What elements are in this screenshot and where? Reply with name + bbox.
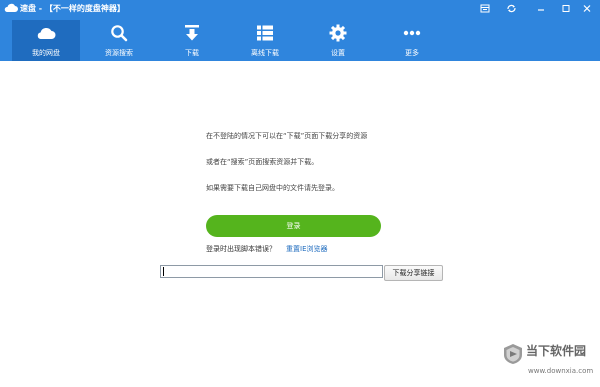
nav-label-offline-download: 离线下载 — [251, 49, 279, 57]
window-title: 速盘 - 【不一样的度盘神器】 — [20, 3, 125, 14]
download-share-link-button[interactable]: 下载分享链接 — [384, 265, 443, 281]
skin-icon — [480, 4, 490, 13]
nav-label-resource-search: 资源搜索 — [105, 49, 133, 57]
list-icon — [255, 23, 275, 43]
nav-label-settings: 设置 — [331, 49, 345, 57]
nav-more[interactable]: 更多 — [378, 20, 446, 61]
login-button[interactable]: 登录 — [206, 215, 381, 237]
nav-resource-search[interactable]: 资源搜索 — [85, 20, 153, 61]
skin-button[interactable] — [474, 1, 496, 16]
more-dots-icon — [402, 23, 422, 43]
nav-label-download: 下载 — [185, 49, 199, 57]
nav-label-my-netdisk: 我的网盘 — [32, 49, 60, 57]
search-icon — [109, 23, 129, 43]
watermark-url: www.downxia.com — [528, 367, 594, 375]
close-icon — [583, 5, 591, 12]
tip-search-and-download: 或者在“搜索”页面搜索资源并下载。 — [206, 158, 319, 166]
minimize-button[interactable] — [530, 1, 552, 16]
watermark: 当下软件园 www.downxia.com — [502, 341, 594, 381]
sync-button[interactable] — [500, 1, 522, 16]
gear-icon — [328, 23, 348, 43]
sync-icon — [506, 4, 516, 13]
nav-download[interactable]: 下载 — [158, 20, 226, 61]
text-caret — [163, 267, 164, 276]
app-name: 速盘 — [20, 4, 36, 13]
title-bar[interactable]: 速盘 - 【不一样的度盘神器】 — [0, 0, 600, 18]
tip-download-without-login: 在不登陆的情况下可以在“下载”页面下载分享的资源 — [206, 132, 368, 140]
reset-ie-link[interactable]: 重置IE浏览器 — [286, 244, 328, 254]
main-nav: 我的网盘 资源搜索 下载 离线下载 设置 更多 — [0, 20, 600, 61]
download-icon — [182, 23, 202, 43]
app-header: 速盘 - 【不一样的度盘神器】 我的网盘 资源搜索 下载 离线下载 设置 更多 — [0, 0, 600, 61]
nav-offline-download[interactable]: 离线下载 — [231, 20, 299, 61]
close-button[interactable] — [576, 1, 598, 16]
minimize-icon — [538, 9, 544, 11]
maximize-icon — [562, 5, 570, 12]
app-cloud-logo-icon — [4, 3, 18, 12]
cloud-icon — [36, 23, 56, 43]
watermark-brand: 当下软件园 — [526, 344, 587, 358]
share-link-input[interactable] — [160, 265, 383, 278]
nav-label-more: 更多 — [405, 49, 419, 57]
script-error-question: 登录时出现脚本错误？ — [206, 245, 276, 253]
watermark-logo-icon — [504, 344, 522, 364]
nav-settings[interactable]: 设置 — [304, 20, 372, 61]
nav-my-netdisk[interactable]: 我的网盘 — [12, 20, 80, 61]
maximize-button[interactable] — [555, 1, 577, 16]
app-subtitle: - 【不一样的度盘神器】 — [36, 4, 125, 13]
tip-login-required: 如果需要下载自己网盘中的文件请先登录。 — [206, 184, 339, 192]
